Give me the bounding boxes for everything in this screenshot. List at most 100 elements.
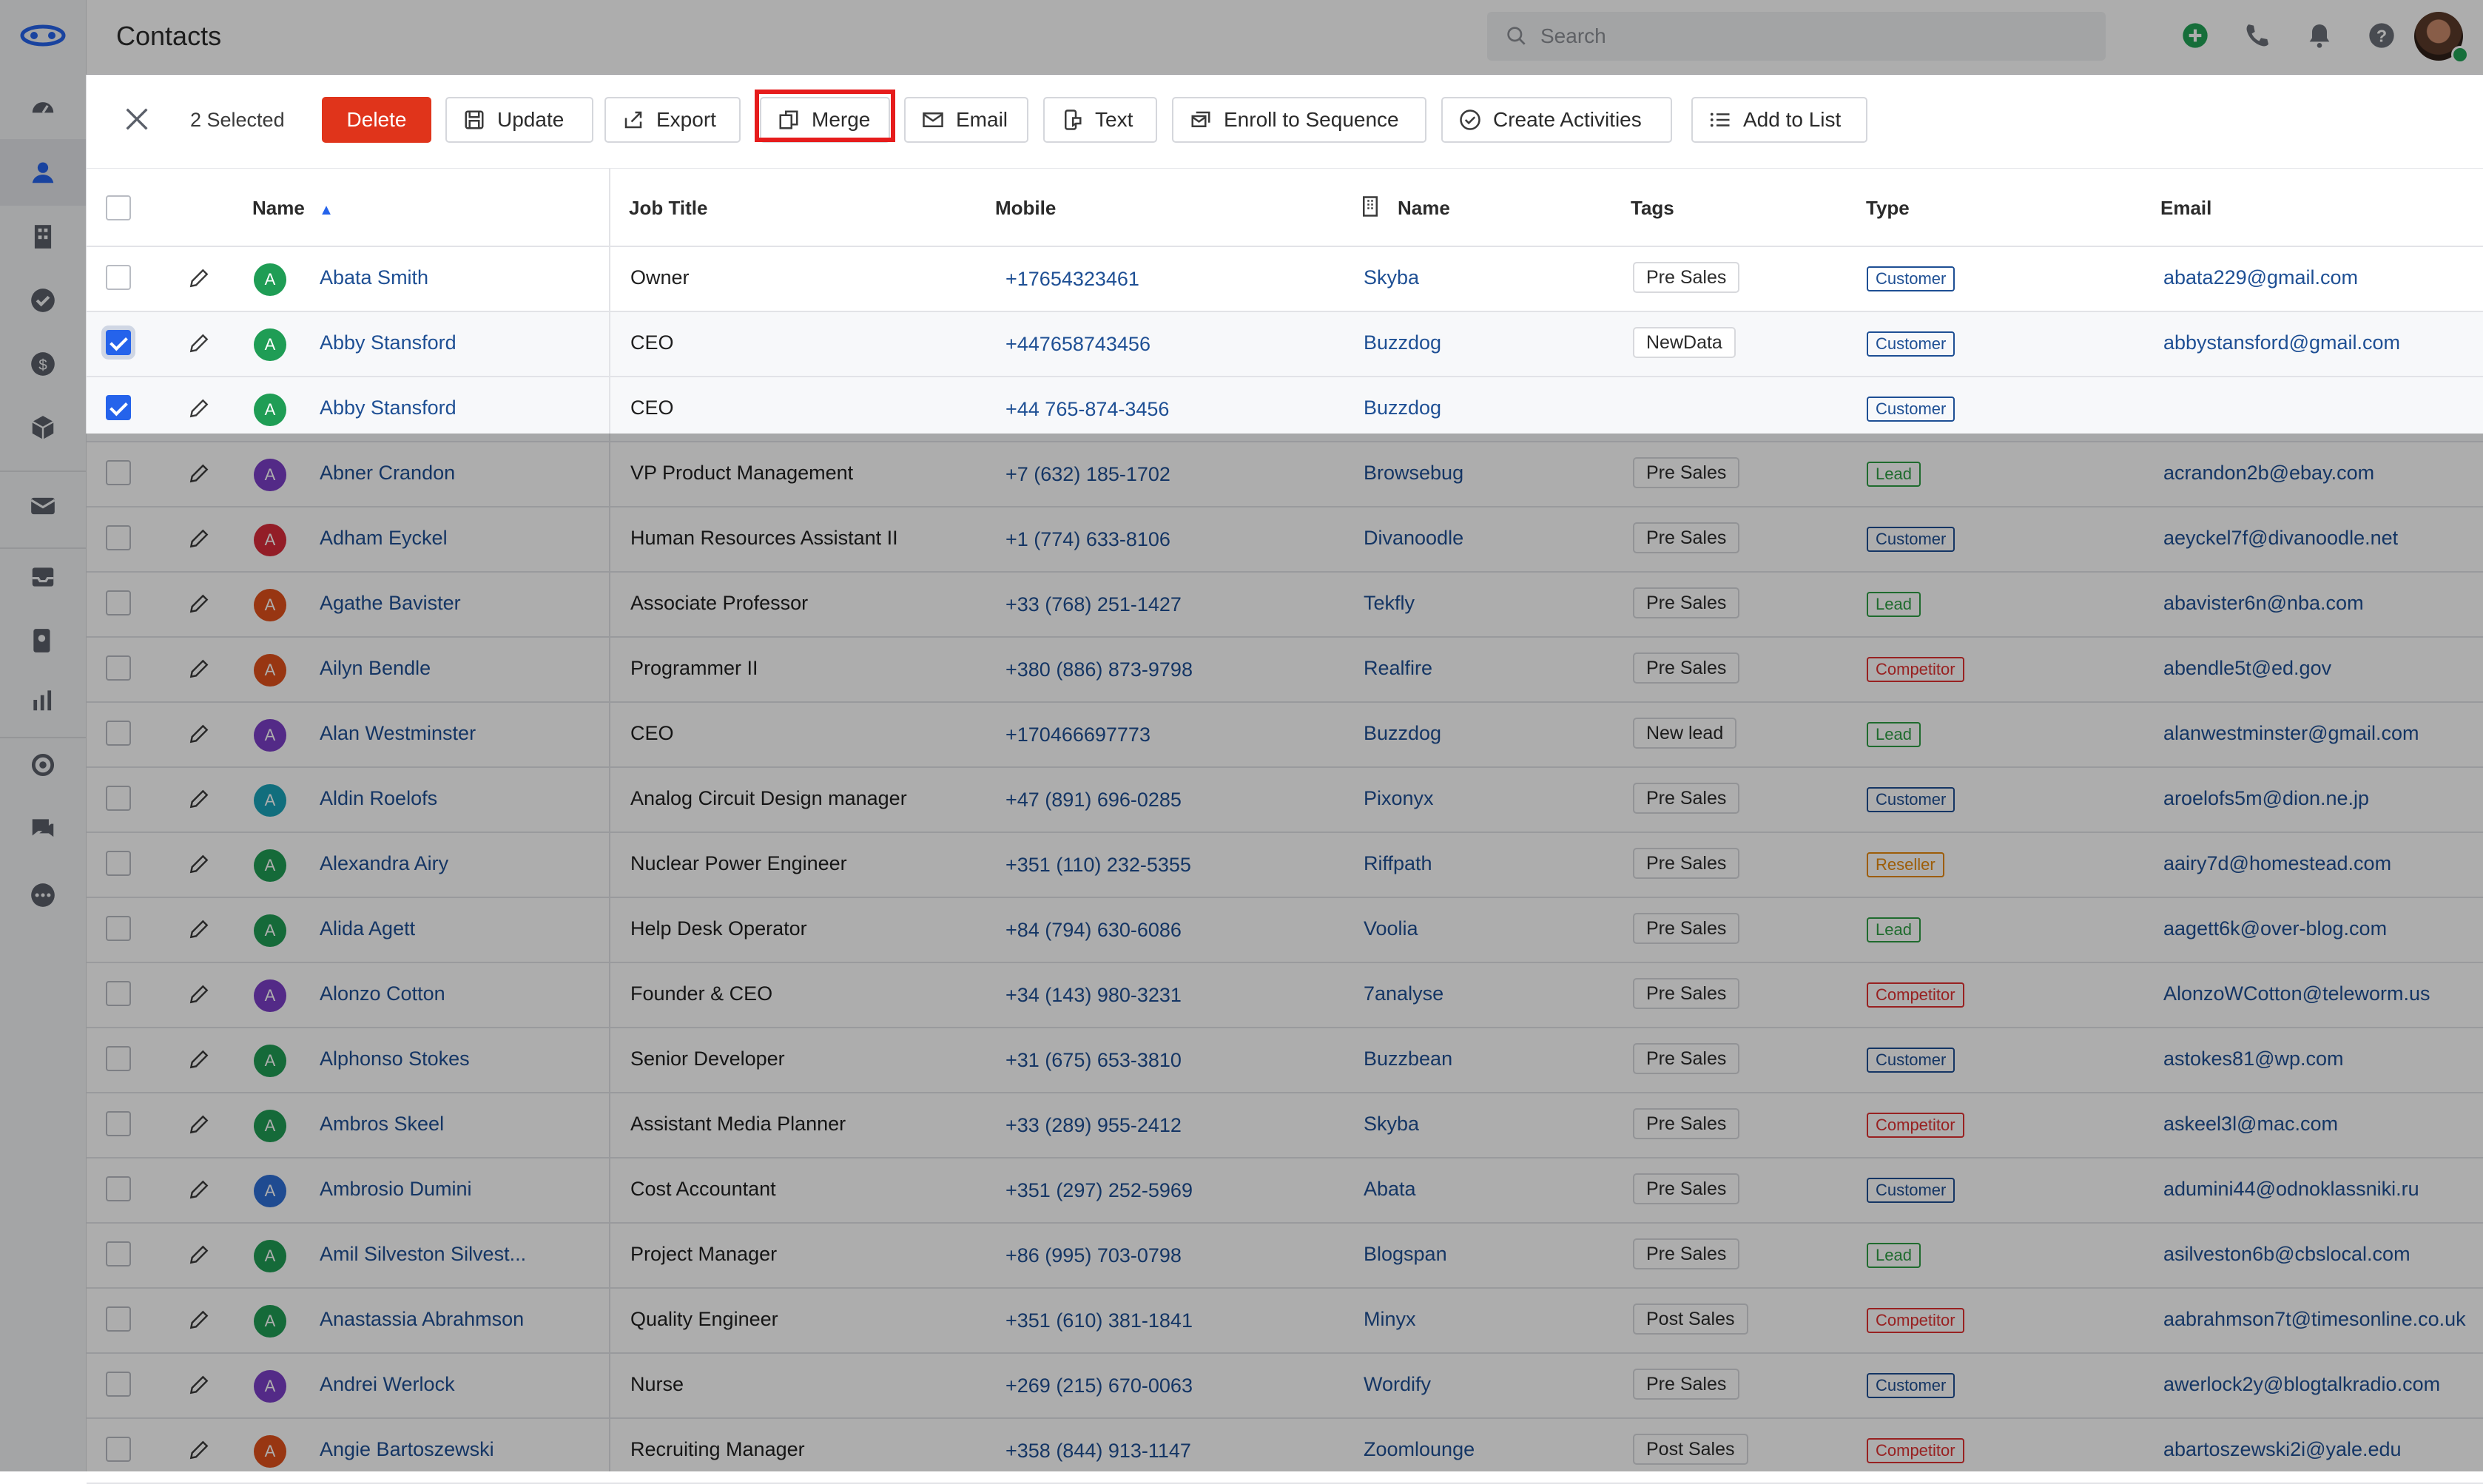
table-row[interactable]: A Alonzo Cotton Founder & CEO +34 (143) 980… (87, 963, 2483, 1028)
bell-icon[interactable] (2305, 21, 2334, 50)
reports-icon[interactable] (21, 678, 65, 722)
header-name[interactable]: Name ▲ (252, 197, 334, 220)
company-name-link[interactable]: Buzzbean (1364, 1048, 1452, 1070)
email-link[interactable]: awerlock2y@blogtalkradio.com (2163, 1373, 2440, 1396)
email-link[interactable]: abartoszewski2i@yale.edu (2163, 1438, 2402, 1461)
edit-pencil-icon[interactable] (187, 397, 211, 420)
edit-pencil-icon[interactable] (187, 266, 211, 290)
table-row[interactable]: A Abata Smith Owner +17654323461 Skyba Pre Sa… (87, 247, 2483, 312)
row-checkbox[interactable] (106, 851, 131, 876)
edit-pencil-icon[interactable] (187, 852, 211, 876)
contact-name-link[interactable]: Angie Bartoszewski (320, 1438, 494, 1461)
text-button[interactable]: Text (1043, 97, 1157, 143)
contact-name-link[interactable]: Andrei Werlock (320, 1373, 455, 1396)
mobile-link[interactable]: +33 (768) 251-1427 (1005, 593, 1182, 616)
mobile-link[interactable]: +1 (774) 633-8106 (1005, 528, 1170, 551)
select-all-checkbox[interactable] (106, 195, 131, 220)
contact-name-link[interactable]: Agathe Bavister (320, 592, 461, 615)
table-row[interactable]: A Alphonso Stokes Senior Developer +31 (675… (87, 1028, 2483, 1093)
header-company-name[interactable]: Name (1359, 195, 1450, 220)
mobile-link[interactable]: +44 765-874-3456 (1005, 398, 1169, 421)
row-checkbox[interactable] (106, 525, 131, 550)
row-checkbox[interactable] (106, 1176, 131, 1201)
contact-name-link[interactable]: Ailyn Bendle (320, 657, 431, 680)
email-link[interactable]: abavister6n@nba.com (2163, 592, 2364, 615)
inbox-icon[interactable] (21, 555, 65, 599)
edit-pencil-icon[interactable] (187, 917, 211, 941)
row-checkbox[interactable] (106, 981, 131, 1006)
edit-pencil-icon[interactable] (187, 657, 211, 681)
table-row[interactable]: A Angie Bartoszewski Recruiting Manager +35… (87, 1419, 2483, 1484)
row-checkbox[interactable] (106, 590, 131, 615)
mobile-link[interactable]: +31 (675) 653-3810 (1005, 1049, 1182, 1072)
company-name-link[interactable]: Buzzdog (1364, 397, 1441, 419)
edit-pencil-icon[interactable] (187, 592, 211, 615)
row-checkbox[interactable] (106, 655, 131, 681)
row-checkbox[interactable] (106, 916, 131, 941)
mobile-link[interactable]: +351 (297) 252-5969 (1005, 1179, 1193, 1202)
company-name-link[interactable]: Divanoodle (1364, 527, 1463, 550)
delete-button[interactable]: Delete (322, 97, 431, 143)
help-icon[interactable]: ? (2367, 21, 2396, 50)
automation-icon[interactable] (21, 743, 65, 787)
email-button[interactable]: Email (904, 97, 1028, 143)
create-activities-button[interactable]: Create Activities (1441, 97, 1672, 143)
header-type[interactable]: Type (1866, 197, 1910, 220)
email-link[interactable]: alanwestminster@gmail.com (2163, 722, 2419, 745)
row-checkbox[interactable] (106, 1046, 131, 1071)
phone-icon[interactable] (2243, 21, 2272, 50)
contact-name-link[interactable]: Ambrosio Dumini (320, 1178, 472, 1201)
company-name-link[interactable]: Browsebug (1364, 462, 1463, 485)
company-name-link[interactable]: Riffpath (1364, 852, 1432, 875)
edit-pencil-icon[interactable] (187, 787, 211, 811)
table-row[interactable]: A Alexandra Airy Nuclear Power Engineer +35… (87, 833, 2483, 898)
table-row[interactable]: A Ambros Skeel Assistant Media Planner +33 … (87, 1093, 2483, 1158)
mobile-link[interactable]: +447658743456 (1005, 333, 1150, 356)
mobile-link[interactable]: +47 (891) 696-0285 (1005, 789, 1182, 812)
contact-name-link[interactable]: Alan Westminster (320, 722, 476, 745)
contact-name-link[interactable]: Alida Agett (320, 917, 415, 940)
enroll-to-sequence-button[interactable]: Enroll to Sequence (1172, 97, 1426, 143)
company-name-link[interactable]: Minyx (1364, 1308, 1416, 1331)
email-link[interactable]: aroelofs5m@dion.ne.jp (2163, 787, 2369, 810)
mobile-link[interactable]: +86 (995) 703-0798 (1005, 1244, 1182, 1267)
email-link[interactable]: acrandon2b@ebay.com (2163, 462, 2374, 485)
more-icon[interactable] (21, 873, 65, 917)
table-row[interactable]: A Ambrosio Dumini Cost Accountant +351 (297… (87, 1158, 2483, 1224)
table-row[interactable]: A Abner Crandon VP Product Management +7 (6… (87, 442, 2483, 507)
row-checkbox[interactable] (106, 1241, 131, 1267)
email-link[interactable]: abbystansford@gmail.com (2163, 331, 2400, 354)
edit-pencil-icon[interactable] (187, 331, 211, 355)
mobile-link[interactable]: +17654323461 (1005, 268, 1139, 291)
table-row[interactable]: A Abby Stansford CEO +447658743456 Buzzdog Ne… (87, 312, 2483, 377)
mobile-link[interactable]: +7 (632) 185-1702 (1005, 463, 1170, 486)
row-checkbox[interactable] (106, 395, 131, 420)
company-name-link[interactable]: Tekfly (1364, 592, 1415, 615)
edit-pencil-icon[interactable] (187, 1438, 211, 1462)
header-email[interactable]: Email (2160, 197, 2211, 220)
close-icon[interactable] (122, 104, 152, 134)
edit-pencil-icon[interactable] (187, 1243, 211, 1267)
tasks-icon[interactable] (21, 278, 65, 323)
email-link[interactable]: abata229@gmail.com (2163, 266, 2358, 289)
products-icon[interactable] (21, 405, 65, 450)
chat-icon[interactable] (21, 806, 65, 851)
table-row[interactable]: A Aldin Roelofs Analog Circuit Design mana… (87, 768, 2483, 833)
email-link[interactable]: AlonzoWCotton@teleworm.us (2163, 982, 2430, 1005)
edit-pencil-icon[interactable] (187, 722, 211, 746)
header-job-title[interactable]: Job Title (629, 197, 707, 220)
company-name-link[interactable]: Voolia (1364, 917, 1418, 940)
contact-name-link[interactable]: Anastassia Abrahmson (320, 1308, 524, 1331)
companies-icon[interactable] (21, 215, 65, 259)
company-name-link[interactable]: Pixonyx (1364, 787, 1434, 810)
table-row[interactable]: A Agathe Bavister Associate Professor +33 (… (87, 573, 2483, 638)
email-link[interactable]: aagett6k@over-blog.com (2163, 917, 2387, 940)
row-checkbox[interactable] (106, 721, 131, 746)
company-name-link[interactable]: Blogspan (1364, 1243, 1447, 1266)
email-link[interactable]: asilveston6b@cbslocal.com (2163, 1243, 2410, 1266)
row-checkbox[interactable] (106, 1437, 131, 1462)
search-input[interactable] (1539, 24, 2060, 49)
contact-name-link[interactable]: Adham Eyckel (320, 527, 448, 550)
email-link[interactable]: aeyckel7f@divanoodle.net (2163, 527, 2398, 550)
table-row[interactable]: A Abby Stansford CEO +44 765-874-3456 Buzzdo… (87, 377, 2483, 442)
